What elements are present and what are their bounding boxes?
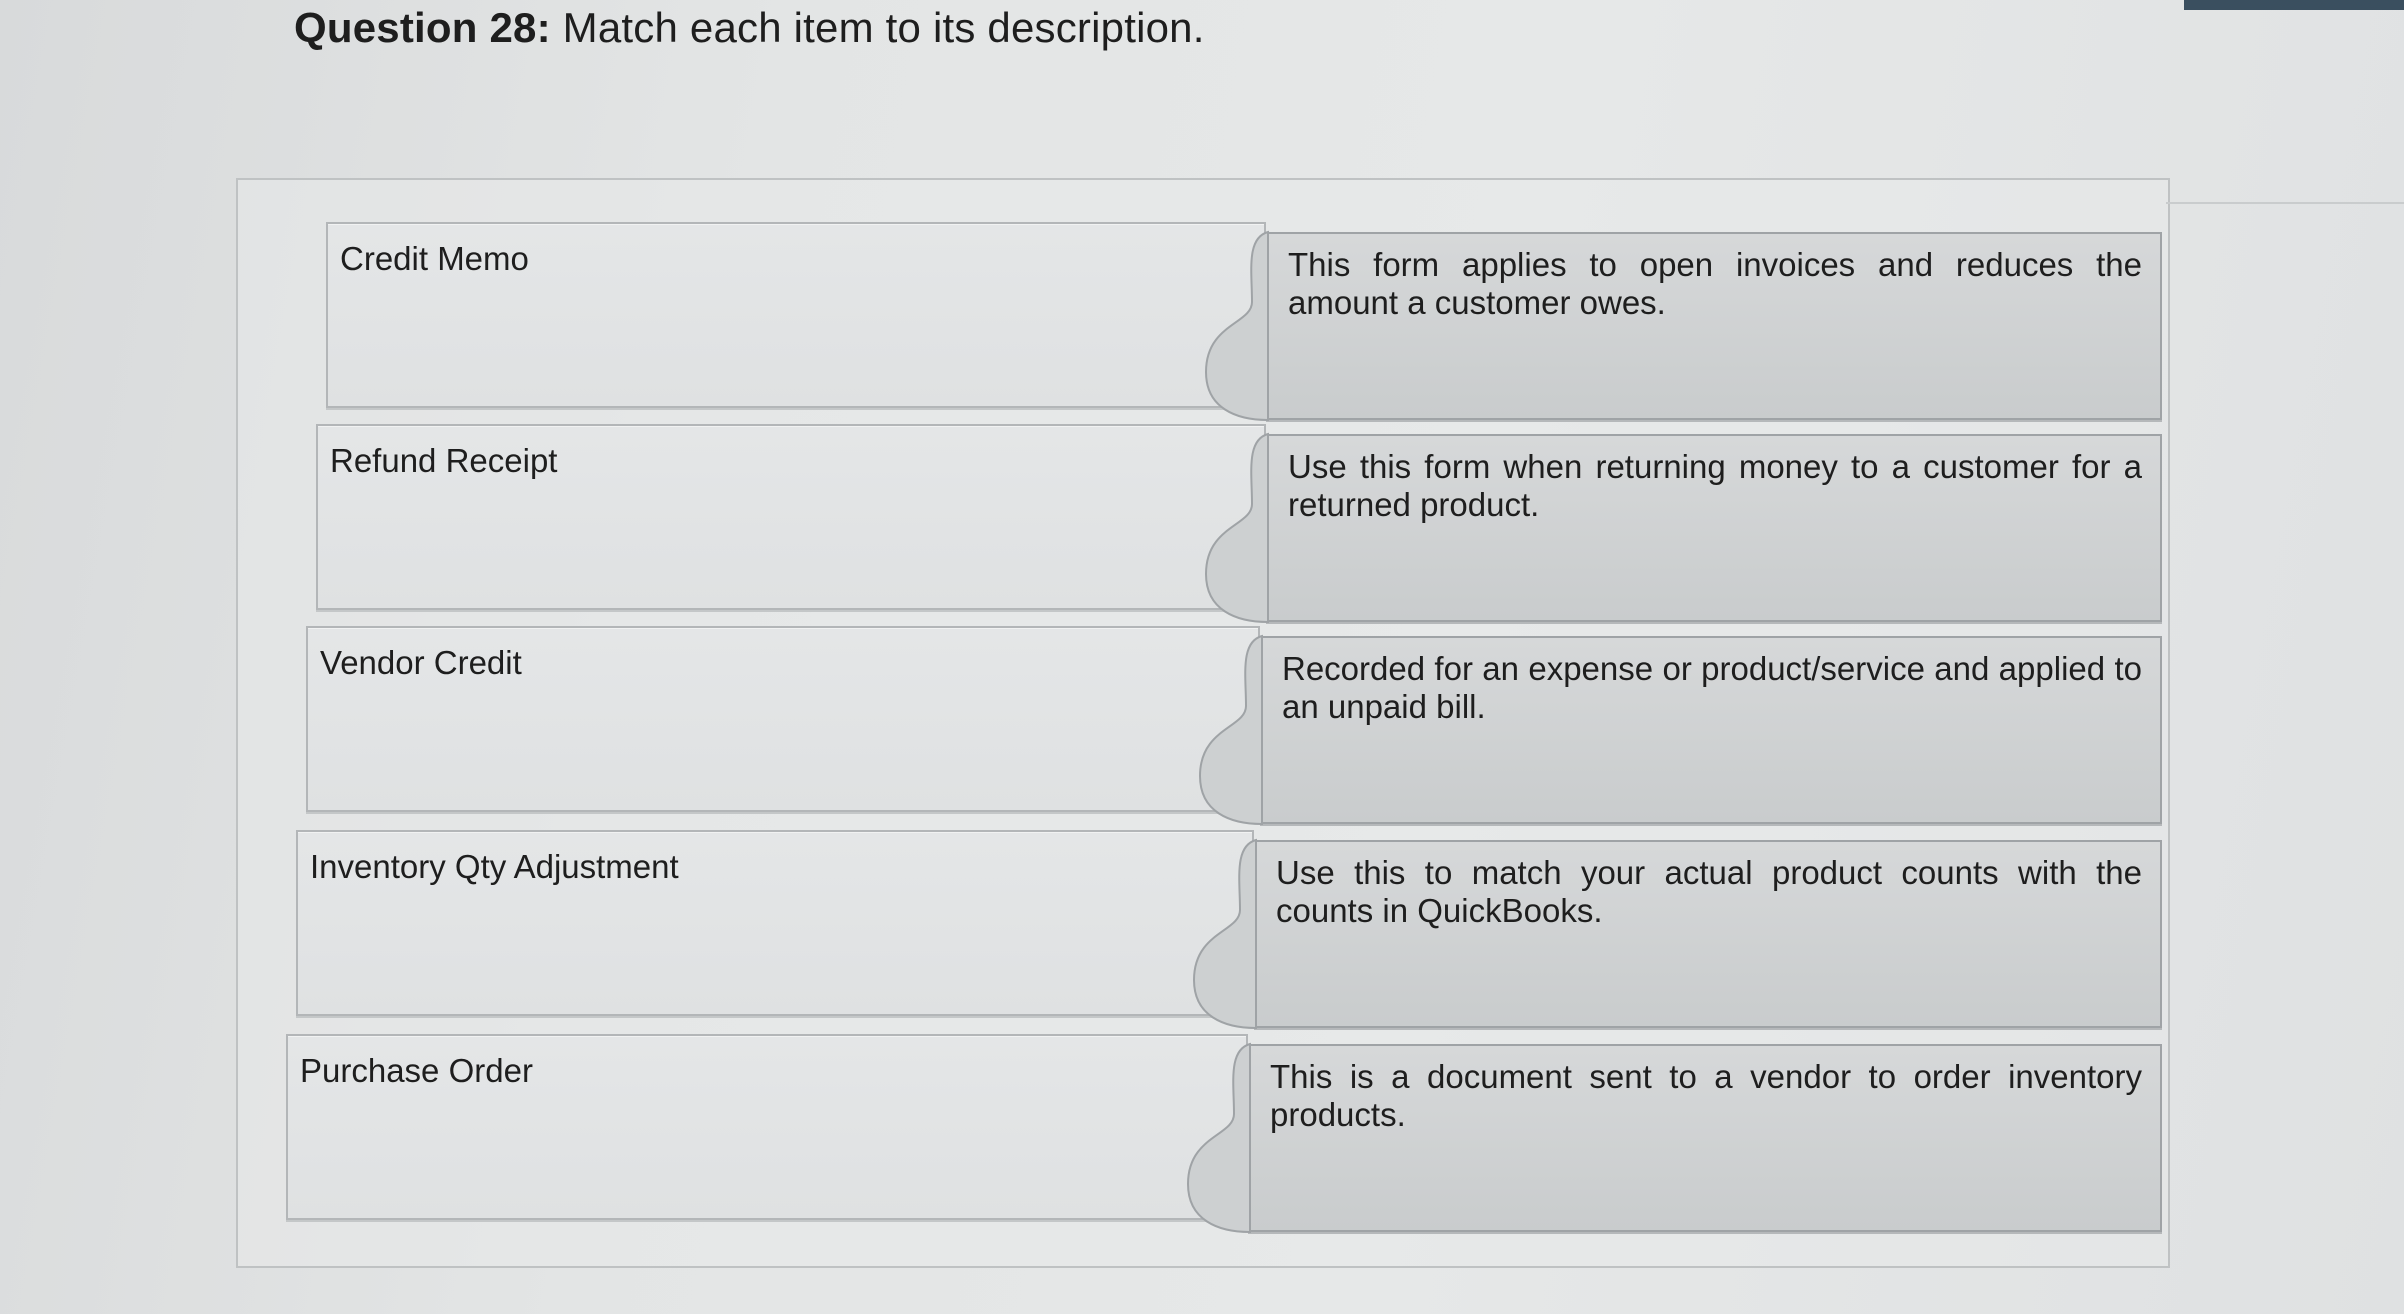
item-label: Inventory Qty Adjustment (310, 848, 679, 885)
question-prompt: Match each item to its description. (562, 4, 1205, 51)
description-drop-target-2[interactable]: Use this form when returning money to a … (1204, 432, 2162, 624)
question-number: Question 28: (294, 4, 551, 51)
draggable-item-purchase-order[interactable]: Purchase Order (286, 1034, 1248, 1220)
window-top-strip (2184, 0, 2404, 10)
puzzle-connector (1192, 838, 1257, 1030)
description-drop-target-4[interactable]: Use this to match your actual product co… (1192, 838, 2162, 1030)
draggable-item-credit-memo[interactable]: Credit Memo (326, 222, 1266, 408)
description-drop-target-5[interactable]: This is a document sent to a vendor to o… (1186, 1042, 2162, 1234)
match-pair-1: Credit Memo This form applies to open in… (326, 222, 2162, 422)
description-text: This is a document sent to a vendor to o… (1270, 1058, 2142, 1133)
description-text: Use this to match your actual product co… (1276, 854, 2142, 929)
puzzle-connector (1204, 432, 1269, 624)
puzzle-connector (1198, 634, 1263, 826)
question-title: Question 28: Match each item to its desc… (294, 4, 1205, 52)
divider-line (2166, 202, 2404, 204)
match-pair-2: Refund Receipt Use this form when return… (316, 424, 2162, 624)
match-pair-4: Inventory Qty Adjustment Use this to mat… (296, 830, 2162, 1030)
puzzle-connector (1186, 1042, 1251, 1234)
item-label: Purchase Order (300, 1052, 533, 1089)
draggable-item-inventory-qty-adjustment[interactable]: Inventory Qty Adjustment (296, 830, 1254, 1016)
match-pair-3: Vendor Credit Recorded for an expense or… (306, 626, 2162, 826)
description-text: This form applies to open invoices and r… (1288, 246, 2142, 321)
description-text: Recorded for an expense or product/servi… (1282, 650, 2142, 725)
match-pair-5: Purchase Order This is a document sent t… (286, 1034, 2162, 1234)
description-drop-target-3[interactable]: Recorded for an expense or product/servi… (1198, 634, 2162, 826)
draggable-item-refund-receipt[interactable]: Refund Receipt (316, 424, 1266, 610)
item-label: Vendor Credit (320, 644, 522, 681)
description-drop-target-1[interactable]: This form applies to open invoices and r… (1204, 230, 2162, 422)
item-label: Credit Memo (340, 240, 529, 277)
draggable-item-vendor-credit[interactable]: Vendor Credit (306, 626, 1260, 812)
item-label: Refund Receipt (330, 442, 558, 479)
puzzle-connector (1204, 230, 1269, 422)
description-text: Use this form when returning money to a … (1288, 448, 2142, 523)
